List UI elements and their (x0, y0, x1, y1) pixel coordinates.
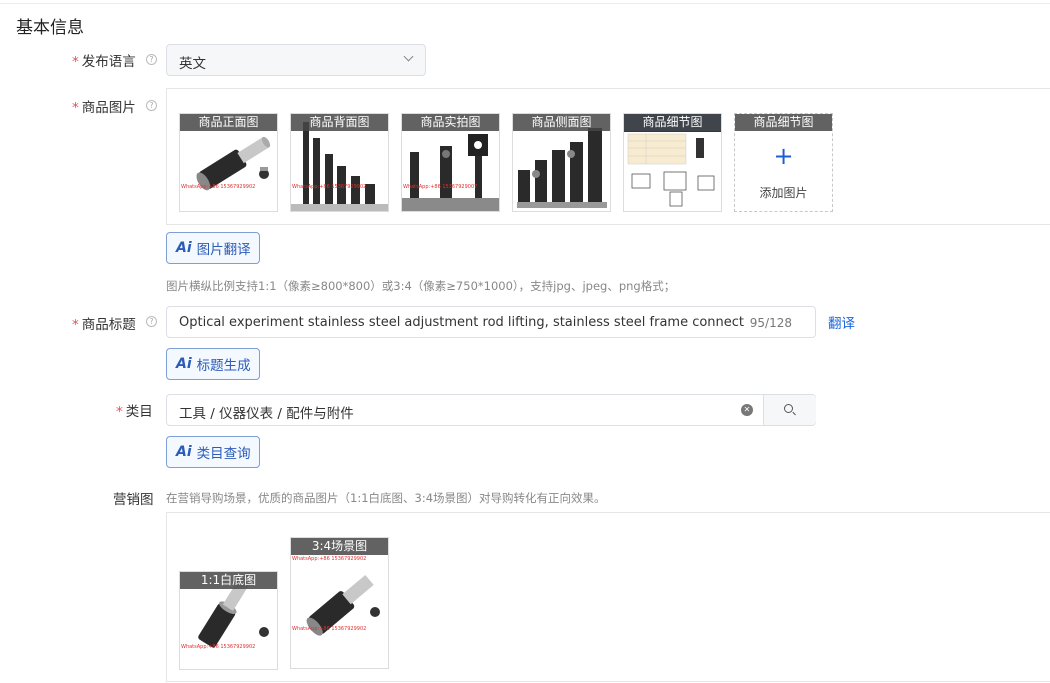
category-query-button[interactable]: Ai 类目查询 (166, 436, 260, 468)
product-photo: WhatsApp:+86 15367929902 WhatsApp:+86 15… (292, 556, 380, 636)
image-caption: 商品细节图 (735, 114, 832, 131)
images-label-text: 商品图片 (81, 100, 136, 116)
translate-link[interactable]: 翻译 (828, 312, 855, 332)
marketing-label: 营销图 (113, 492, 154, 508)
product-title-value: Optical experiment stainless steel adjus… (179, 315, 744, 330)
language-label-text: 发布语言 (81, 54, 136, 70)
image-caption: 3:4场景图 (291, 538, 388, 555)
image-caption: 1:1白底图 (180, 572, 277, 589)
question-circle-icon[interactable]: ? (146, 316, 157, 327)
images-label: * 商品图片 (72, 96, 136, 116)
image-caption: 商品正面图 (180, 114, 277, 131)
marketing-hint: 在营销导购场景，优质的商品图片（1:1白底图、3:4场景图）对导购转化有正向效果… (166, 491, 606, 505)
add-image-label: 添加图片 (759, 186, 808, 200)
top-divider (0, 3, 1050, 4)
title-label-text: 商品标题 (81, 317, 136, 333)
section-title: 基本信息 (16, 18, 84, 38)
ai-icon: Ai (176, 356, 192, 372)
required-mark: * (72, 54, 79, 70)
category-query-label: 类目查询 (196, 446, 251, 462)
watermark-text: WhatsApp:+86 15367929902 (292, 184, 366, 190)
search-icon (784, 404, 793, 413)
image-format-hint: 图片横纵比例支持1:1（像素≥800*800）或3:4（像素≥750*1000）… (166, 279, 676, 293)
product-image-front[interactable]: 商品正面图 WhatsApp:+86 15367929902 (179, 113, 278, 212)
title-generate-button[interactable]: Ai 标题生成 (166, 348, 260, 380)
language-select-value: 英文 (179, 56, 206, 72)
image-caption: 商品背面图 (291, 114, 388, 131)
marketing-image-white-bg[interactable]: 1:1白底图 WhatsApp:+86 15367929902 (179, 571, 278, 670)
category-label-text: 类目 (125, 404, 153, 420)
required-mark: * (72, 100, 79, 116)
watermark-text: WhatsApp:+86 15367929007 (403, 184, 477, 190)
title-generate-label: 标题生成 (196, 358, 251, 374)
clear-circle-icon[interactable]: ✕ (741, 404, 753, 416)
ai-icon: Ai (176, 444, 192, 460)
category-input[interactable]: 工具 / 仪器仪表 / 配件与附件 ✕ (166, 394, 816, 426)
question-circle-icon[interactable]: ? (146, 54, 157, 65)
add-image-button[interactable]: 商品细节图 + 添加图片 (734, 113, 833, 212)
product-images-panel: 商品正面图 WhatsApp:+86 15367929902 商品背面图 Wha… (166, 88, 1050, 225)
title-label: * 商品标题 (72, 313, 136, 333)
plus-icon: + (773, 142, 794, 170)
category-label: * 类目 (116, 400, 153, 420)
required-mark: * (116, 404, 123, 420)
marketing-images-panel: 1:1白底图 WhatsApp:+86 15367929902 3:4场景图 W… (166, 512, 1050, 682)
watermark-text: WhatsApp:+86 15367929902 (292, 556, 366, 562)
product-title-input[interactable]: Optical experiment stainless steel adjus… (166, 306, 816, 338)
watermark-text: WhatsApp:+86 15367929902 (181, 184, 255, 190)
ai-icon: Ai (176, 240, 192, 256)
image-caption: 商品实拍图 (402, 114, 499, 131)
image-translate-button[interactable]: Ai 图片翻译 (166, 232, 260, 264)
image-translate-label: 图片翻译 (196, 242, 251, 258)
product-image-detail[interactable]: 商品细节图 (623, 113, 722, 212)
chevron-down-icon (403, 51, 414, 62)
product-image-side[interactable]: 商品侧面图 (512, 113, 611, 212)
watermark-text: WhatsApp:+86 15367929902 (292, 626, 366, 632)
watermark-text: WhatsApp:+86 15367929902 (181, 644, 255, 650)
image-caption: 商品细节图 (624, 114, 721, 131)
product-image-photo[interactable]: 商品实拍图 WhatsApp:+86 15367929007 (401, 113, 500, 212)
language-select[interactable]: 英文 (166, 44, 426, 76)
category-value: 工具 / 仪器仪表 / 配件与附件 (179, 406, 354, 422)
category-search-button[interactable] (764, 395, 816, 425)
language-label: * 发布语言 (72, 50, 136, 70)
title-char-counter: 95/128 (749, 316, 792, 330)
product-image-back[interactable]: 商品背面图 WhatsApp:+86 15367929902 (290, 113, 389, 212)
marketing-image-scene[interactable]: 3:4场景图 WhatsApp:+86 15367929902 WhatsApp… (290, 537, 389, 669)
required-mark: * (72, 317, 79, 333)
image-caption: 商品侧面图 (513, 114, 610, 131)
question-circle-icon[interactable]: ? (146, 100, 157, 111)
